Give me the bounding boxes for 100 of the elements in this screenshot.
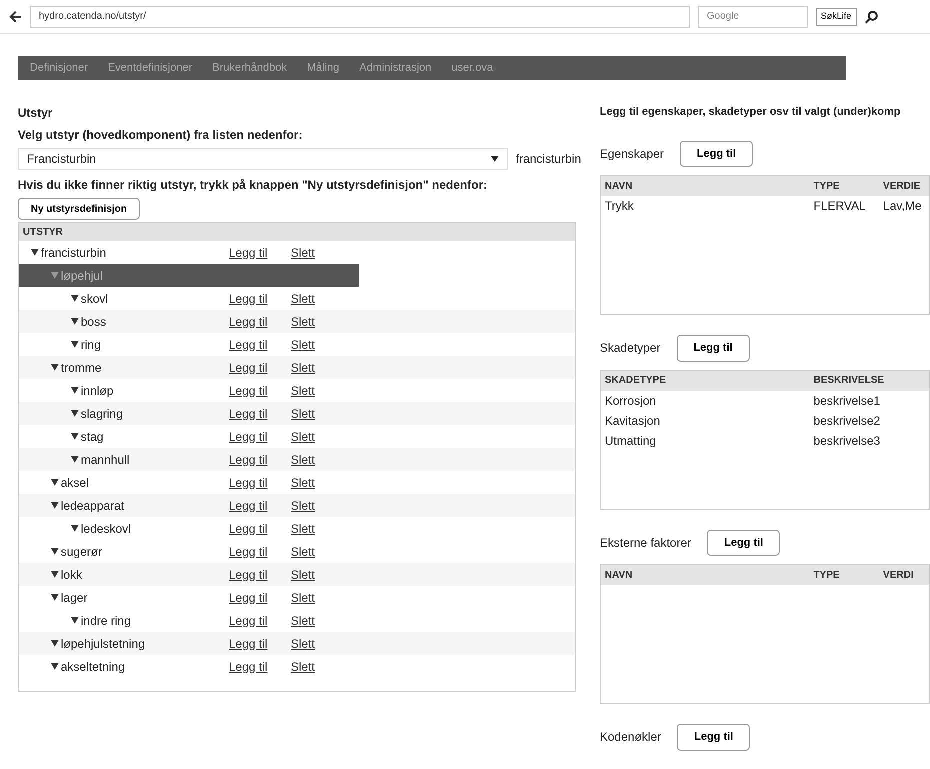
column-header: TYPE (812, 180, 841, 194)
add-link[interactable]: Legg til (229, 290, 291, 308)
add-link[interactable]: Legg til (229, 382, 291, 400)
tree-item[interactable]: lager (61, 588, 88, 606)
expand-triangle-icon[interactable] (71, 387, 79, 394)
tree-row-selected[interactable]: løpehjul (19, 264, 359, 287)
delete-link[interactable]: Slett (291, 450, 351, 468)
delete-link[interactable]: Slett (291, 634, 351, 652)
delete-link[interactable]: Slett (291, 404, 351, 422)
add-button[interactable]: Legg til (680, 140, 754, 167)
expand-triangle-icon[interactable] (31, 249, 39, 256)
add-link[interactable]: Legg til (229, 428, 291, 446)
expand-triangle-icon[interactable] (51, 594, 59, 601)
add-link[interactable]: Legg til (229, 450, 291, 468)
delete-link[interactable]: Slett (291, 428, 351, 446)
delete-link[interactable]: Slett (291, 496, 351, 514)
delete-link[interactable]: Slett (291, 336, 351, 354)
table-cell-text: beskrivelse3 (812, 432, 882, 450)
delete-link[interactable]: Slett (291, 358, 351, 376)
expand-triangle-icon[interactable] (71, 617, 79, 624)
add-link[interactable]: Legg til (229, 658, 291, 676)
expand-triangle-icon[interactable] (51, 571, 59, 578)
expand-triangle-icon[interactable] (51, 479, 59, 486)
tree-item[interactable]: boss (81, 312, 106, 330)
add-link[interactable]: Legg til (229, 520, 291, 538)
add-link[interactable]: Legg til (229, 588, 291, 606)
dropdown-caret-icon (491, 156, 499, 162)
url-field[interactable]: hydro.catenda.no/utstyr/ (30, 6, 690, 28)
expand-triangle-icon[interactable] (51, 364, 59, 371)
add-link[interactable]: Legg til (229, 312, 291, 330)
table-cell-text: Kavitasjon (604, 412, 662, 430)
equipment-code: francisturbin (516, 151, 582, 168)
delete-link[interactable]: Slett (291, 312, 351, 330)
tree-item[interactable]: ledeskovl (81, 520, 132, 538)
delete-link[interactable]: Slett (291, 566, 351, 584)
equipment-select[interactable]: Francisturbin (18, 148, 508, 170)
add-link[interactable]: Legg til (229, 474, 291, 492)
tree-item[interactable]: innløp (81, 382, 114, 400)
expand-triangle-icon[interactable] (71, 318, 79, 325)
tree-item[interactable]: løpehjulstetning (61, 634, 146, 652)
tree-item[interactable]: lokk (61, 566, 82, 584)
delete-link[interactable]: Slett (291, 658, 351, 676)
delete-link[interactable]: Slett (291, 474, 351, 492)
tree-item[interactable]: sugerør (61, 542, 102, 560)
back-arrow-icon[interactable] (8, 10, 22, 24)
tree-item[interactable]: indre ring (81, 612, 132, 630)
expand-triangle-icon[interactable] (71, 525, 79, 532)
tree-item[interactable]: slagring (81, 404, 124, 422)
page-title: Utstyr (18, 105, 54, 122)
add-link[interactable]: Legg til (229, 542, 291, 560)
tree-item[interactable]: ledeapparat (61, 496, 124, 514)
expand-triangle-icon[interactable] (51, 640, 59, 647)
search-field[interactable]: Google (698, 6, 808, 28)
expand-triangle-icon[interactable] (71, 456, 79, 463)
tree-item[interactable]: akseltetning (61, 658, 126, 676)
expand-triangle-icon[interactable] (71, 341, 79, 348)
hint-text: Hvis du ikke finner riktig utstyr, trykk på knappen "Ny utstyrsdefinisjon" nedenfor: (18, 177, 488, 194)
delete-link[interactable]: Slett (291, 520, 351, 538)
tree-item[interactable]: francisturbin (41, 244, 106, 262)
delete-link[interactable]: Slett (291, 542, 351, 560)
add-link[interactable]: Legg til (229, 496, 291, 514)
tree-item[interactable]: stag (81, 428, 104, 446)
section-label: Egenskaper (600, 146, 664, 163)
search-button[interactable]: SøkLife (816, 8, 857, 26)
add-link[interactable]: Legg til (229, 336, 291, 354)
delete-link[interactable]: Slett (291, 612, 351, 630)
expand-triangle-icon[interactable] (71, 295, 79, 302)
table-cell-text: Trykk (604, 198, 635, 215)
add-button[interactable]: Legg til (677, 724, 750, 750)
add-link[interactable]: Legg til (229, 612, 291, 630)
tree-item[interactable]: ring (81, 336, 102, 354)
expand-triangle-icon[interactable] (51, 502, 59, 509)
table-cell-text: Utmatting (604, 432, 658, 450)
add-link[interactable]: Legg til (229, 404, 291, 422)
delete-link[interactable]: Slett (291, 244, 351, 262)
tree-item[interactable]: skovl (81, 290, 108, 308)
tree-item[interactable]: tromme (61, 358, 102, 376)
add-link[interactable]: Legg til (229, 566, 291, 584)
delete-link[interactable]: Slett (291, 588, 351, 606)
add-link[interactable]: Legg til (229, 244, 291, 262)
tree-item[interactable]: mannhull (81, 450, 130, 468)
column-header: SKADETYPE (604, 374, 668, 388)
expand-triangle-icon[interactable] (71, 410, 79, 417)
search-icon[interactable] (864, 10, 879, 24)
column-header: UTSTYR (22, 226, 63, 240)
add-button[interactable]: Legg til (707, 530, 780, 556)
delete-link[interactable]: Slett (291, 290, 351, 308)
expand-triangle-icon[interactable] (51, 663, 59, 670)
table-cell-text: FLERVAL (812, 198, 867, 215)
tree-item[interactable]: aksel (61, 474, 90, 492)
new-equipment-button[interactable]: Ny utstyrsdefinisjon (18, 198, 140, 220)
expand-triangle-icon[interactable] (51, 548, 59, 555)
expand-triangle-icon[interactable] (71, 433, 79, 440)
add-link[interactable]: Legg til (229, 634, 291, 652)
table-cell-text: Lav,Me (882, 198, 923, 215)
section-label: Skadetyper (600, 340, 661, 358)
add-link[interactable]: Legg til (229, 358, 291, 376)
delete-link[interactable]: Slett (291, 382, 351, 400)
add-button[interactable]: Legg til (676, 335, 750, 362)
table-cell-text: beskrivelse2 (812, 412, 882, 430)
